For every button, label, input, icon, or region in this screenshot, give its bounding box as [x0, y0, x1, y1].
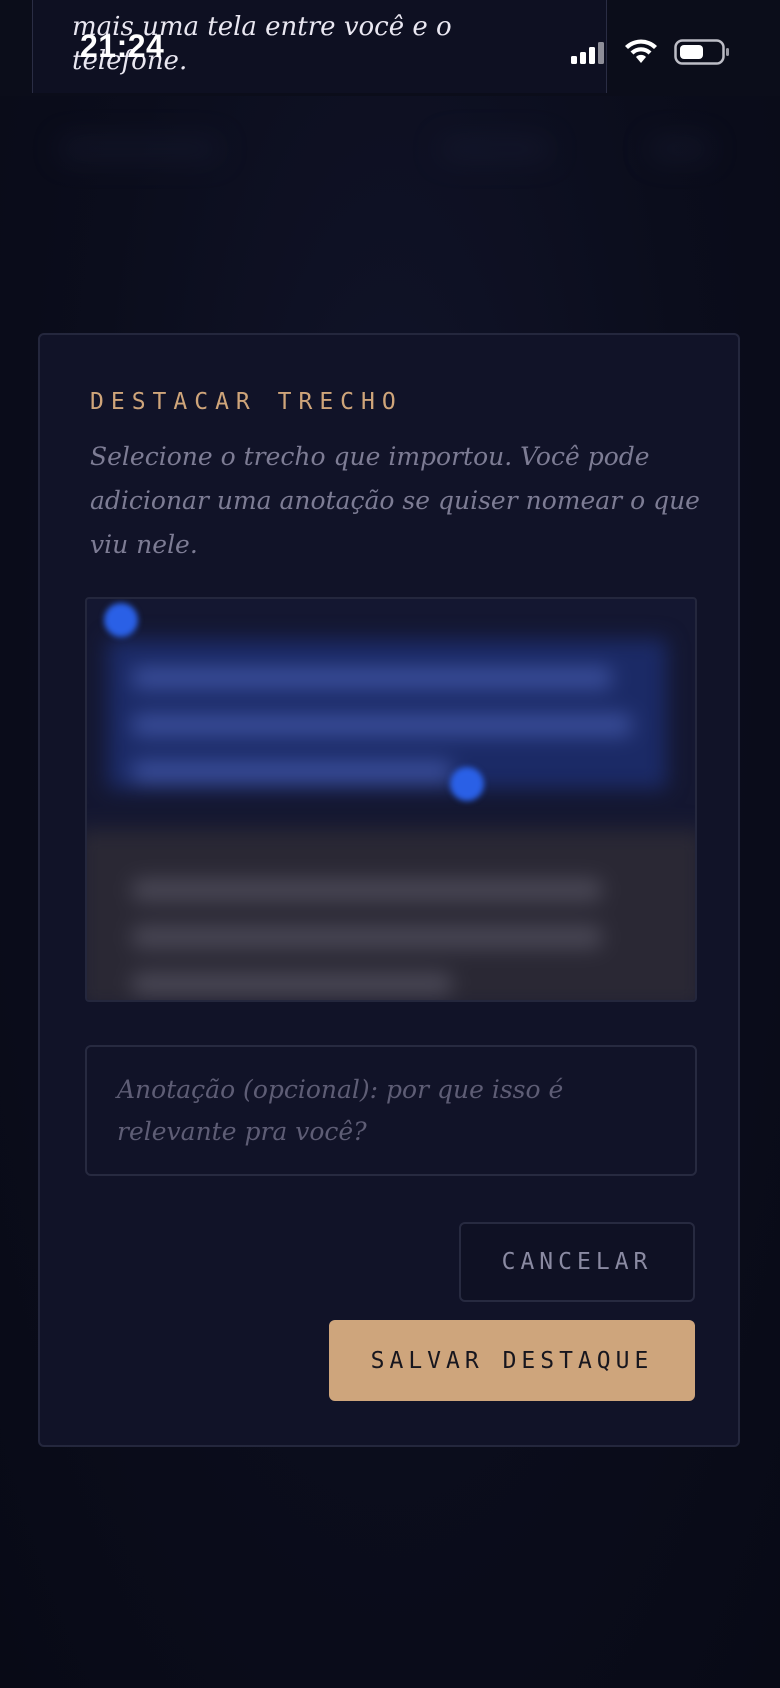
selection-start-handle[interactable]: [104, 603, 138, 637]
blurred-background-content: [0, 90, 780, 340]
dialog-description: Selecione o trecho que importou. Você po…: [90, 442, 700, 559]
status-bar: mais uma tela entre você e o telefone. 2…: [0, 0, 780, 96]
highlight-excerpt-dialog: DESTACAR TRECHO Selecione o trecho que i…: [38, 333, 740, 1447]
excerpt-text-selection[interactable]: [85, 597, 697, 1002]
annotation-input[interactable]: Anotação (opcional): por que isso é rele…: [85, 1045, 697, 1176]
dialog-title: DESTACAR TRECHO: [90, 389, 403, 415]
wifi-icon: [625, 39, 657, 63]
selection-end-handle[interactable]: [450, 767, 484, 801]
cancel-button[interactable]: CANCELAR: [459, 1222, 695, 1302]
battery-icon: [674, 39, 729, 65]
status-time: 21:24: [80, 28, 165, 64]
cellular-signal-icon: [571, 42, 607, 64]
blurred-excerpt-text: [87, 599, 695, 1000]
save-highlight-button[interactable]: SALVAR DESTAQUE: [329, 1320, 695, 1401]
